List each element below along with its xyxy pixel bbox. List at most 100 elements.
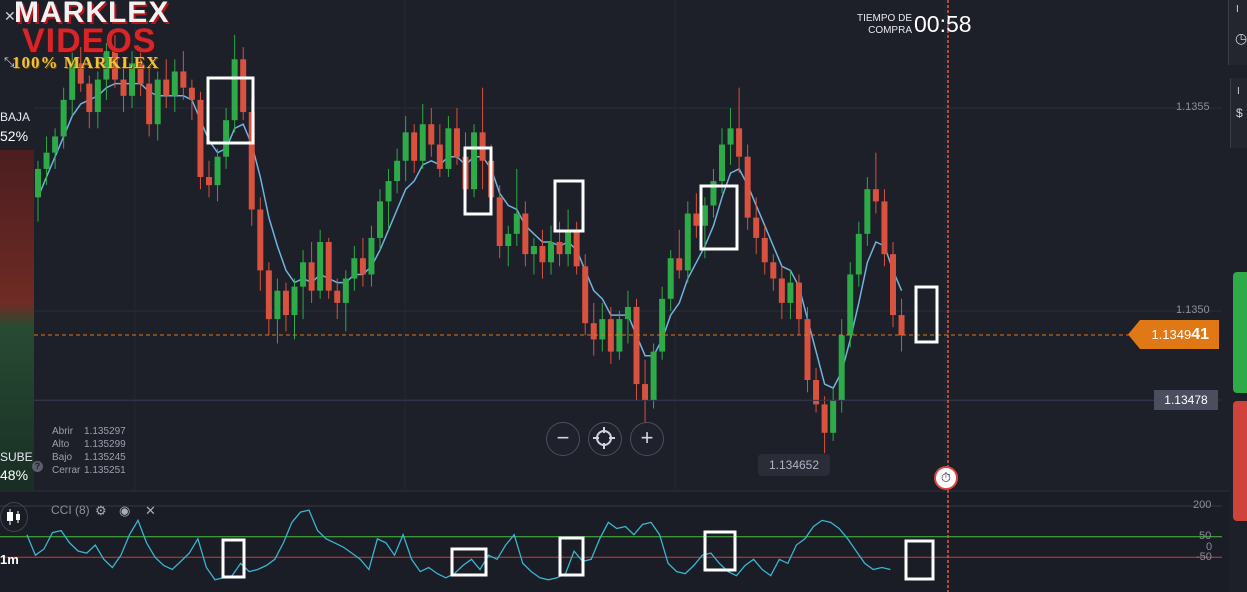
- plus-icon: +: [640, 425, 654, 450]
- candle-body: [453, 128, 460, 157]
- candle-body: [855, 233, 862, 275]
- trading-screen: MARKLEX VIDEOS 100% MARKLEX ✕ ⤡ TIEMPO D…: [0, 0, 1247, 592]
- candle-body: [308, 262, 315, 291]
- current-price-tag: 1.134941: [1128, 320, 1219, 349]
- candle-body: [590, 323, 597, 340]
- clock-icon[interactable]: ◷: [1235, 30, 1247, 47]
- candle-body: [761, 237, 768, 263]
- candle: [684, 201, 691, 283]
- indicator-title: CCI (8): [51, 503, 90, 517]
- current-price-suffix: 41: [1191, 326, 1209, 343]
- candle-body: [582, 266, 589, 324]
- candle: [582, 254, 589, 336]
- candle-body: [180, 71, 187, 88]
- timer-label: TIEMPO DE COMPRA: [850, 13, 912, 37]
- candle-body: [513, 213, 520, 234]
- right-panel-amount[interactable]: I $: [1230, 78, 1247, 148]
- candle-body: [659, 298, 666, 352]
- candle-body: [445, 128, 452, 169]
- candle-body: [530, 246, 537, 255]
- candle-body: [650, 351, 657, 401]
- candle-body: [257, 209, 264, 271]
- up-label: SUBE: [0, 450, 33, 464]
- candle-body: [505, 233, 512, 247]
- timeframe-button[interactable]: 1m: [0, 552, 19, 567]
- candle-body: [624, 306, 631, 320]
- candle-body: [154, 79, 161, 125]
- candle-body: [334, 290, 341, 303]
- candle-body: [223, 120, 230, 157]
- candle-body: [693, 213, 700, 226]
- candle-body: [351, 258, 358, 279]
- ohlc-panel: Abrir 1.135297 Alto 1.135299 Bajo 1.135245 …: [52, 425, 126, 477]
- sell-button[interactable]: [1233, 401, 1247, 521]
- candle-body: [804, 319, 811, 381]
- candle-body: [43, 152, 50, 169]
- candle-body: [573, 229, 580, 267]
- candle-body: [890, 254, 896, 316]
- candle-body: [778, 278, 785, 303]
- candle-body: [231, 59, 238, 121]
- down-percent: 52%: [0, 128, 29, 144]
- candle: [471, 124, 478, 198]
- low-price-marker: 1.134652: [758, 454, 830, 476]
- close-icon[interactable]: ✕: [4, 8, 16, 25]
- candle-body: [265, 270, 272, 320]
- candle-body: [325, 241, 332, 291]
- buy-button[interactable]: [1233, 272, 1247, 393]
- cci-level-label: -50: [1196, 551, 1212, 563]
- candle-body: [736, 128, 743, 157]
- candle-body: [830, 400, 837, 433]
- price-axis-label: 1.1355: [1176, 101, 1210, 113]
- candle-body: [86, 83, 93, 113]
- timer-label-line1: TIEMPO DE: [856, 13, 912, 24]
- candle-body: [282, 290, 289, 316]
- stopwatch-icon[interactable]: ⏱: [934, 466, 958, 490]
- help-icon[interactable]: ?: [32, 461, 43, 472]
- candle-body: [872, 189, 879, 202]
- candle-body: [770, 262, 777, 279]
- open-label: Abrir: [52, 426, 74, 437]
- center-chart-button[interactable]: [588, 422, 622, 456]
- candle-body: [539, 246, 546, 263]
- candle-body: [556, 241, 563, 255]
- high-label: Alto: [52, 439, 70, 450]
- crosshair-icon: [593, 427, 615, 449]
- zoom-in-button[interactable]: +: [630, 422, 664, 456]
- reference-price-tag: 1.13478: [1154, 390, 1218, 410]
- price-chart[interactable]: [0, 0, 1247, 592]
- chart-type-button[interactable]: [0, 502, 28, 532]
- candle-body: [359, 258, 366, 275]
- candle-body: [701, 205, 708, 226]
- candle-body: [35, 168, 41, 198]
- current-price-prefix: 1.1349: [1151, 327, 1192, 342]
- candle-body: [52, 136, 59, 153]
- candle-body: [197, 99, 204, 178]
- candle-body: [206, 177, 212, 186]
- candle-body: [787, 282, 794, 303]
- candle-body: [94, 79, 101, 113]
- candle-body: [60, 99, 67, 137]
- candle-body: [642, 384, 649, 401]
- candle-body: [317, 241, 324, 291]
- candle-body: [240, 59, 247, 113]
- candle-body: [274, 290, 281, 320]
- candle: [197, 91, 204, 190]
- eye-icon[interactable]: ◉: [119, 503, 130, 519]
- candle-body: [744, 156, 751, 218]
- candle-body: [214, 156, 221, 186]
- close-icon[interactable]: ✕: [145, 503, 156, 519]
- candle-body: [385, 181, 392, 202]
- candle-body: [522, 213, 529, 255]
- candle-body: [436, 144, 443, 169]
- candle-body: [676, 258, 683, 271]
- up-percent: 48%: [0, 467, 29, 483]
- zoom-out-button[interactable]: −: [546, 422, 580, 456]
- dollar-icon: $: [1236, 106, 1243, 120]
- candle-body: [881, 201, 888, 255]
- gear-icon[interactable]: ⚙: [95, 503, 107, 519]
- candle-body: [411, 132, 418, 161]
- candlestick-icon: [7, 509, 20, 525]
- collapse-icon[interactable]: ⤡: [4, 54, 14, 70]
- candle-body: [419, 124, 426, 161]
